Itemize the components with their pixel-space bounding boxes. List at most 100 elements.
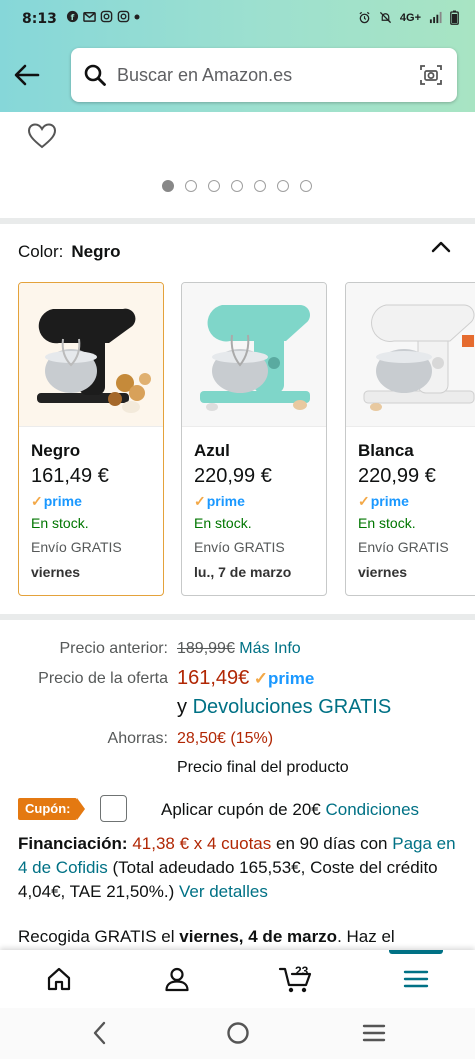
financing-info: Financiación: 41,38 € x 4 cuotas en 90 d… (18, 832, 463, 904)
previous-price-label: Precio anterior: (59, 640, 169, 657)
financing-label: Financiación: (18, 834, 128, 853)
nav-cart[interactable]: 23 (237, 950, 355, 1008)
coupon-text: Aplicar cupón de 20€ (161, 800, 321, 819)
notification-icons: f (66, 10, 140, 23)
search-input[interactable] (117, 60, 407, 90)
chevron-up-icon (431, 241, 451, 253)
more-notifications-dot-icon (134, 14, 140, 19)
svg-text:f: f (71, 12, 75, 22)
savings-value: 28,50€ (15%) (177, 730, 274, 747)
stock-status: En stock. (31, 515, 89, 531)
prime-check-icon: ✓ (194, 493, 206, 509)
prime-label: prime (206, 493, 245, 509)
section-divider (0, 614, 475, 620)
prime-badge: ✓prime (31, 493, 82, 510)
swatch-name: Blanca (358, 441, 414, 460)
nav-menu[interactable] (357, 950, 475, 1008)
stock-status: En stock. (358, 515, 416, 531)
home-icon (47, 967, 71, 991)
coupon-checkbox[interactable] (100, 795, 127, 822)
deal-price-row: 161,49€ ✓prime (177, 667, 314, 690)
section-divider (0, 218, 475, 224)
nav-home[interactable] (0, 950, 118, 1008)
carousel-dot[interactable] (300, 180, 312, 192)
network-type: 4G+ (399, 11, 421, 24)
swatch-name: Azul (194, 441, 230, 460)
camera-search-icon[interactable] (419, 63, 443, 87)
pickup-day: viernes, 4 de marzo (179, 927, 338, 946)
carousel-dot[interactable] (277, 180, 289, 192)
prime-badge: ✓prime (194, 493, 245, 510)
deal-price-label: Precio de la oferta (38, 670, 168, 687)
mute-bell-icon (379, 11, 391, 24)
cart-count: 23 (295, 964, 309, 978)
pickup-suffix: . Haz el (337, 927, 395, 946)
prime-badge: ✓prime (254, 669, 315, 688)
color-selected-value: Negro (71, 242, 121, 261)
bottom-navigation: 23 (0, 950, 475, 1008)
savings-label: Ahorras: (107, 730, 168, 747)
delivery-day: viernes (31, 564, 81, 580)
instagram-icon (100, 10, 113, 23)
account-icon (165, 967, 189, 992)
shipping-info: Envío GRATIS (358, 539, 449, 555)
swatch-azul[interactable]: Azul 220,99 € ✓prime En stock. Envío GRA… (181, 282, 327, 596)
product-thumbnail (182, 283, 326, 427)
carousel-dot[interactable] (254, 180, 266, 192)
carousel-dot[interactable] (162, 180, 174, 192)
carousel-dot[interactable] (231, 180, 243, 192)
gmail-icon (83, 12, 96, 22)
stand-mixer-blue-image (200, 305, 310, 411)
instagram-icon (117, 10, 130, 23)
prime-check-icon: ✓ (358, 493, 370, 509)
product-thumbnail (19, 283, 163, 427)
swatch-blanca[interactable]: Blanca 220,99 € ✓prime En stock. Envío G… (345, 282, 475, 596)
system-recents-button[interactable] (361, 1020, 387, 1051)
prime-badge: ✓prime (358, 493, 409, 510)
color-selector-header: Color: Negro (18, 242, 120, 262)
financing-amount: 41,38 € x 4 cuotas (132, 834, 272, 853)
back-button[interactable] (10, 58, 44, 92)
carousel-dot[interactable] (185, 180, 197, 192)
app-header: 8:13 f 4G+ (0, 0, 475, 112)
circle-home-icon (227, 1022, 249, 1044)
swatch-name: Negro (31, 441, 81, 460)
view-details-link[interactable]: Ver detalles (179, 882, 268, 901)
system-home-button[interactable] (225, 1020, 251, 1051)
signal-icon (429, 11, 442, 24)
free-returns-link[interactable]: Devoluciones GRATIS (193, 696, 392, 718)
system-status-icons: 4G+ (358, 10, 459, 25)
shipping-info: Envío GRATIS (31, 539, 122, 555)
returns-row: y Devoluciones GRATIS (177, 696, 391, 719)
system-navigation-bar (0, 1008, 475, 1059)
image-carousel-indicator[interactable] (162, 180, 312, 192)
pickup-info: Recogida GRATIS el viernes, 4 de marzo. … (18, 926, 463, 948)
recents-icon (362, 1024, 386, 1042)
prime-check-icon: ✓ (253, 669, 268, 688)
nav-account[interactable] (118, 950, 236, 1008)
swatch-price: 161,49 € (31, 465, 109, 487)
coupon-row: Aplicar cupón de 20€ Condiciones (161, 800, 419, 820)
delivery-day: lu., 7 de marzo (194, 564, 292, 580)
swatch-price: 220,99 € (358, 465, 436, 487)
returns-prefix: y (177, 696, 187, 718)
swatch-price: 220,99 € (194, 465, 272, 487)
final-price-note: Precio final del producto (177, 759, 349, 776)
color-label: Color: (18, 242, 64, 261)
chevron-left-icon (93, 1021, 106, 1045)
stand-mixer-white-image (363, 304, 475, 411)
coupon-conditions-link[interactable]: Condiciones (325, 800, 419, 819)
search-bar[interactable] (71, 48, 457, 102)
more-info-link[interactable]: Más Info (239, 640, 300, 657)
previous-price-row: 189,99€ Más Info (177, 640, 301, 658)
wishlist-button[interactable] (27, 122, 57, 155)
stock-status: En stock. (194, 515, 252, 531)
collapse-color-button[interactable] (431, 240, 451, 259)
swatch-negro[interactable]: Negro 161,49 € ✓prime En stock. Envío GR… (18, 282, 164, 596)
heart-icon (27, 123, 57, 149)
arrow-left-icon (14, 64, 40, 86)
carousel-dot[interactable] (208, 180, 220, 192)
system-back-button[interactable] (90, 1020, 110, 1051)
previous-price-value: 189,99€ (177, 640, 235, 657)
shipping-info: Envío GRATIS (194, 539, 285, 555)
